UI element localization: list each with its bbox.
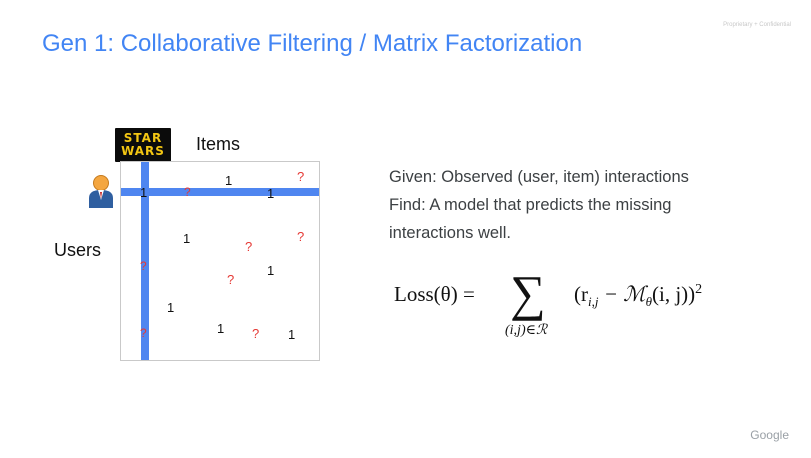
given-text: Given: Observed (user, item) interaction…	[389, 168, 689, 186]
matrix-cell: 1	[225, 173, 233, 188]
formula-rhs-main: (r	[574, 282, 588, 306]
formula-rhs: (ri,j − ℳθ(i, j))2	[574, 282, 702, 310]
find-text-line-2: interactions well.	[389, 224, 511, 242]
logo-line-1: STAR	[123, 131, 163, 145]
star-wars-logo-icon: STAR WARS	[115, 128, 171, 162]
matrix-cell: 1	[167, 300, 175, 315]
find-text-line-1: Find: A model that predicts the missing	[389, 196, 672, 214]
matrix-cell: ?	[227, 272, 235, 287]
matrix-cell: ?	[297, 169, 305, 184]
matrix-cell: ?	[140, 326, 147, 340]
matrix-cell: ?	[184, 185, 191, 199]
interaction-matrix: 1 ? 1 ? 1 1 ? ? ? ? 1 1 ? 1 ? 1	[120, 161, 320, 361]
users-label: Users	[54, 240, 102, 260]
matrix-cell: 1	[267, 186, 275, 201]
formula-lhs: Loss(θ) =	[394, 282, 475, 306]
matrix-cell: ?	[252, 326, 260, 341]
confidential-label: Proprietary + Confidential	[723, 22, 791, 28]
matrix-cell: ?	[297, 229, 305, 244]
formula-rhs-power: 2	[695, 282, 703, 297]
matrix-cell: ?	[245, 239, 253, 254]
logo-line-2: WARS	[121, 144, 165, 158]
formula-rhs-mid: − ℳ	[598, 282, 646, 306]
formula-rhs-sub1: i,j	[588, 294, 599, 310]
matrix-cell: 1	[217, 321, 225, 336]
matrix-cell: 1	[288, 327, 296, 342]
matrix-cell: ?	[140, 259, 147, 273]
google-logo: Google	[750, 428, 789, 442]
summation-symbol: ∑	[510, 265, 546, 321]
matrix-cell: 1	[183, 231, 191, 246]
user-avatar-icon	[89, 175, 113, 208]
summation-subscript: (i,j)∈ℛ	[505, 323, 548, 338]
matrix-cell: 1	[140, 185, 148, 200]
loss-formula: Loss(θ) = ∑ (i,j)∈ℛ (ri,j − ℳθ(i, j))2	[384, 262, 784, 352]
user-row-highlight	[121, 188, 319, 196]
items-label: Items	[196, 134, 241, 154]
formula-rhs-args: (i, j))	[652, 282, 696, 306]
slide-title: Gen 1: Collaborative Filtering / Matrix …	[42, 30, 583, 57]
matrix-cell: 1	[267, 263, 275, 278]
problem-description: Given: Observed (user, item) interaction…	[389, 163, 689, 247]
